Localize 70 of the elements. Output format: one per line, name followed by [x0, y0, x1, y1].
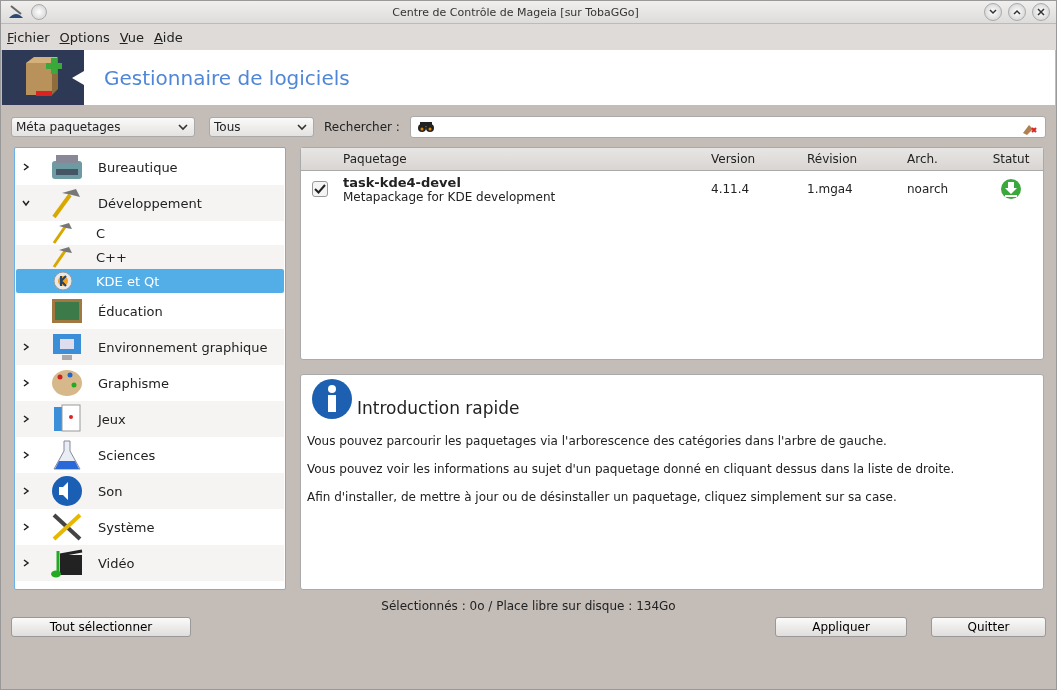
- column-header[interactable]: Paquetage: [339, 152, 703, 166]
- flask-icon: [50, 439, 84, 471]
- download-icon: [1000, 178, 1022, 200]
- apply-button[interactable]: Appliquer: [775, 617, 907, 637]
- info-paragraph: Afin d'installer, de mettre à jour ou de désinstaller un paquetage, cliquez simplement sur sa case.: [307, 490, 898, 504]
- search-label: Rechercher :: [324, 120, 400, 134]
- expander-icon[interactable]: [22, 523, 30, 531]
- speaker-icon: [50, 475, 84, 507]
- table-cell-text: 1.mga4: [806, 182, 854, 196]
- info-paragraph: Vous pouvez voir les informations au sujet d'un paquetage donné en cliquant dessus dans la liste de droite.: [307, 462, 956, 476]
- expander-icon[interactable]: [22, 379, 30, 387]
- tree-item[interactable]: Système: [16, 509, 284, 545]
- chevron-up-icon: [1012, 7, 1022, 17]
- table-cell-text: noarch: [906, 182, 950, 196]
- info-paragraph: Vous pouvez parcourir les paquetages via l'arborescence des catégories dans l'arbre de gauche.: [307, 434, 888, 448]
- tree-item[interactable]: Sciences: [16, 437, 284, 473]
- monitor-icon: [50, 331, 84, 363]
- info-title: Introduction rapide: [357, 398, 520, 420]
- expander-icon[interactable]: [22, 451, 30, 459]
- caret-icon: [297, 123, 307, 131]
- caret-icon: [178, 123, 188, 131]
- table-cell-text: 4.11.4: [710, 182, 751, 196]
- menu-item[interactable]: Fichier: [7, 29, 50, 45]
- maximize-button[interactable]: [1008, 3, 1026, 21]
- expander-icon[interactable]: [22, 487, 30, 495]
- menu-item[interactable]: Aide: [153, 29, 183, 45]
- window-title: Centre de Contrôle de Mageia [sur TobaGGo]: [391, 5, 640, 19]
- close-button[interactable]: [1032, 3, 1050, 21]
- app-icon: [7, 4, 25, 20]
- menu-item[interactable]: Options: [59, 29, 110, 45]
- tree-item[interactable]: C++: [16, 245, 284, 269]
- package-summary: Metapackage for KDE development: [343, 189, 557, 204]
- expander-icon[interactable]: [22, 559, 30, 567]
- expander-icon[interactable]: [22, 343, 30, 351]
- tree-item[interactable]: Environnement graphique: [16, 329, 284, 365]
- tree-item[interactable]: Son: [16, 473, 284, 509]
- column-header[interactable]: Arch.: [899, 152, 979, 166]
- expander-icon[interactable]: [22, 163, 30, 171]
- tools-icon: [50, 511, 84, 543]
- menu-item[interactable]: Vue: [119, 29, 144, 45]
- search-field[interactable]: [409, 116, 1046, 138]
- package-checkbox[interactable]: [312, 181, 328, 197]
- type-dropdown[interactable]: Méta paquetages: [11, 117, 195, 137]
- quit-button[interactable]: Quitter: [931, 617, 1046, 637]
- column-header[interactable]: Version: [703, 152, 799, 166]
- binoculars-icon: [416, 121, 435, 133]
- banner-notch: [72, 71, 84, 85]
- clapper-icon: [50, 547, 84, 579]
- chevron-down-icon: [988, 7, 998, 17]
- expander-icon[interactable]: [22, 199, 30, 207]
- select-all-button[interactable]: Tout sélectionner: [11, 617, 191, 637]
- banner-title: Gestionnaire de logiciels: [104, 65, 350, 90]
- tree-item[interactable]: C: [16, 221, 284, 245]
- tree-item[interactable]: Développement: [16, 185, 284, 221]
- column-header[interactable]: Statut: [979, 152, 1043, 166]
- tree-item[interactable]: Bureautique: [16, 149, 284, 185]
- tree-item[interactable]: Jeux: [16, 401, 284, 437]
- status-text: Sélectionnés : 0o / Place libre sur disque : 134Go: [380, 599, 677, 613]
- package-name: task-kde4-devel: [343, 174, 462, 190]
- tree-item[interactable]: Éducation: [16, 293, 284, 329]
- tree-item[interactable]: Graphisme: [16, 365, 284, 401]
- expander-icon[interactable]: [22, 415, 30, 423]
- palette-icon: [50, 367, 84, 399]
- close-icon: [1036, 7, 1046, 17]
- column-header[interactable]: Révision: [799, 152, 899, 166]
- gear-icon: [50, 270, 76, 292]
- state-dropdown[interactable]: Tous: [209, 117, 314, 137]
- minimize-button[interactable]: [984, 3, 1002, 21]
- tree-item[interactable]: Vidéo: [16, 545, 284, 581]
- info-icon: [311, 378, 353, 420]
